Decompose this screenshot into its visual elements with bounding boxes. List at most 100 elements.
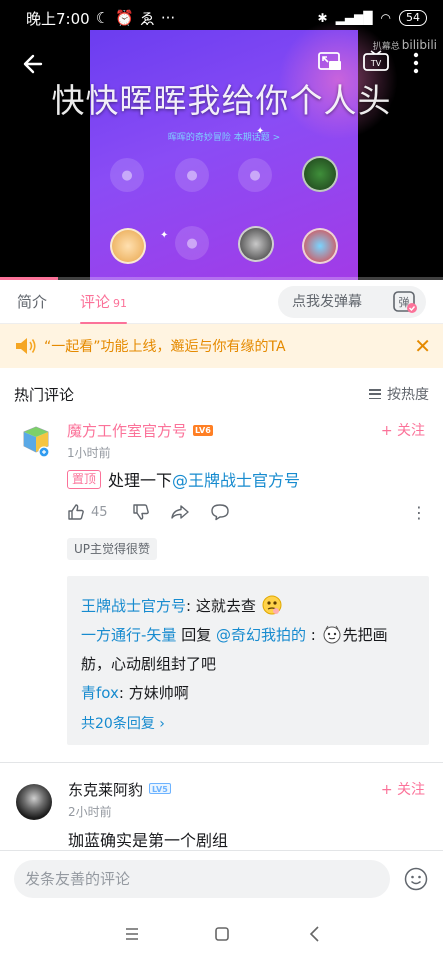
menu-icon[interactable] [122, 924, 142, 944]
sort-by-hot-button[interactable]: 按热度 [369, 384, 429, 404]
hot-comments-header: 热门评论 按热度 [0, 380, 443, 408]
comment-text: 珈蓝确实是第一个剧组 [68, 831, 229, 850]
reply-text: : [305, 626, 316, 644]
watermark-prefix: 扒幕总 [372, 42, 400, 52]
reply-item: 青fox: 方妹帅啊 [81, 679, 415, 708]
cast-tv-button[interactable]: TV [362, 50, 390, 74]
emoji-picker-icon[interactable] [404, 867, 428, 891]
view-all-replies-link[interactable]: 共20条回复 › [81, 710, 415, 739]
room-subtitle: 晖晖的奇妙冒险 本期话题 > [90, 130, 358, 143]
status-time: 晚上7:00 [26, 9, 90, 28]
follow-button[interactable]: + 关注 [381, 420, 425, 440]
comment-username[interactable]: 魔方工作室官方号 LV6 [67, 420, 213, 441]
comment-time: 2小时前 [68, 805, 112, 819]
danmaku-icon: 弹 [393, 291, 417, 313]
more-vertical-icon [413, 52, 419, 74]
reply-button[interactable] [210, 503, 230, 521]
battery-icon: 54 [399, 10, 427, 26]
chevron-right-icon: › [159, 716, 165, 732]
back-arrow-icon [23, 54, 43, 74]
avatar[interactable] [16, 784, 52, 820]
alarm-icon: ⏰ [115, 9, 134, 27]
face-emoji-icon [323, 625, 341, 644]
svg-text:TV: TV [370, 59, 382, 68]
reply-item: 王牌战士官方号: 这就去查 [81, 592, 415, 621]
comment-text: 处理一下 [108, 471, 173, 490]
pinned-badge: 置顶 [67, 469, 102, 489]
share-icon [170, 505, 189, 519]
seat-avatar [238, 226, 274, 262]
sparkle-icon: ✦ [256, 126, 265, 137]
system-navigation-bar [0, 908, 443, 960]
mic-seat-icon: ● [238, 158, 272, 192]
view-all-replies-text: 共20条回复 [81, 716, 155, 732]
avatar[interactable] [18, 424, 52, 458]
reply-target[interactable]: @奇幻我拍的 [216, 626, 306, 644]
more-dots-icon: ··· [160, 9, 176, 27]
watermark-brand: bilibili [401, 38, 437, 52]
danmaku-toggle-button[interactable]: 弹 [384, 286, 426, 318]
speaker-icon [16, 338, 36, 354]
comment-composer: 发条友善的评论 [0, 850, 443, 908]
tab-intro[interactable]: 简介 [17, 280, 47, 324]
reply-word: 回复 [176, 626, 216, 644]
follow-button[interactable]: + 关注 [381, 779, 425, 799]
like-button[interactable]: 45 [67, 503, 108, 521]
thumbs-up-icon [68, 504, 84, 520]
comment-input[interactable]: 发条友善的评论 [14, 860, 390, 898]
seat-avatar [110, 228, 146, 264]
reply-username[interactable]: 青fox [81, 684, 119, 702]
picture-in-picture-button[interactable] [316, 50, 344, 74]
sparkle-icon: ✦ [160, 230, 169, 241]
reply-preview-box[interactable]: 王牌战士官方号: 这就去查 一方通行-矢量 回复 @奇幻我拍的 : 先把画舫，心… [67, 576, 429, 745]
comment-actions: 45 ⋮ [67, 500, 427, 524]
more-options-button[interactable] [404, 48, 428, 78]
level-badge: LV6 [193, 425, 213, 436]
mic-seat-icon: ● [110, 158, 144, 192]
comment-content: 置顶 处理一下 @王牌战士官方号 [67, 467, 300, 491]
comment-more-icon[interactable]: ⋮ [411, 503, 427, 522]
level-badge: LV5 [149, 783, 171, 794]
feature-notice-banner[interactable]: “一起看”功能上线，邂逅与你有缘的TA ✕ [0, 324, 443, 368]
room-subtitle-text: 晖晖的奇妙冒险 [167, 133, 231, 143]
comment-time: 1小时前 [67, 446, 111, 460]
tab-comments-label: 评论 [80, 292, 111, 311]
thumbs-down-icon [132, 504, 149, 520]
reply-username[interactable]: 一方通行-矢量 [81, 626, 176, 644]
back-button[interactable] [16, 48, 48, 80]
sort-label: 按热度 [387, 387, 429, 403]
sort-icon [369, 389, 381, 399]
status-bar: 晚上7:00 ☾ ⏰ ゑ ··· ✱ ▂▄▆█ ◠ 54 [0, 0, 443, 36]
wifi-icon: ◠ [380, 11, 391, 25]
tv-icon: TV [363, 50, 389, 71]
reply-text: : 这就去查 [186, 597, 256, 615]
back-nav-icon[interactable] [305, 924, 325, 944]
moon-icon: ☾ [95, 9, 110, 27]
tab-comments-count: 91 [113, 296, 128, 310]
notice-text: “一起看”功能上线，邂逅与你有缘的TA [44, 339, 286, 355]
app-icon: ゑ [139, 9, 155, 28]
mention-link[interactable]: @王牌战士官方号 [172, 467, 300, 491]
tab-comments[interactable]: 评论 91 [80, 280, 128, 324]
comment-divider [0, 762, 443, 763]
dislike-button[interactable] [132, 503, 150, 521]
bluetooth-icon: ✱ [317, 11, 328, 25]
mic-seat-icon: ● [175, 226, 209, 260]
danmaku-input[interactable]: 点我发弹幕 [278, 286, 384, 318]
reply-username[interactable]: 王牌战士官方号 [81, 597, 186, 615]
close-notice-icon[interactable]: ✕ [414, 334, 431, 358]
comment-username-text: 魔方工作室官方号 [67, 422, 188, 440]
like-count: 45 [91, 504, 108, 520]
comment-bubble-icon [210, 504, 229, 521]
video-player[interactable]: 晖晖的奇妙冒险 本期话题 > ● ● ● ● ✦ ✦ 晚上7:00 ☾ ⏰ ゑ … [0, 0, 443, 280]
mic-seat-icon: ● [175, 158, 209, 192]
comment-username-text: 东克莱阿豹 [68, 781, 144, 799]
seat-avatar [302, 228, 338, 264]
reply-item: 一方通行-矢量 回复 @奇幻我拍的 : 先把画舫，心动剧组封了吧 [81, 621, 415, 679]
comment-username[interactable]: 东克莱阿豹 LV5 [68, 779, 171, 800]
share-button[interactable] [170, 503, 190, 521]
pip-icon [318, 52, 341, 70]
danmaku-overlay-text: 快快晖晖我给你个人头 [51, 81, 392, 120]
reply-text: : 方妹帅啊 [118, 684, 189, 702]
home-square-icon[interactable] [212, 924, 232, 944]
